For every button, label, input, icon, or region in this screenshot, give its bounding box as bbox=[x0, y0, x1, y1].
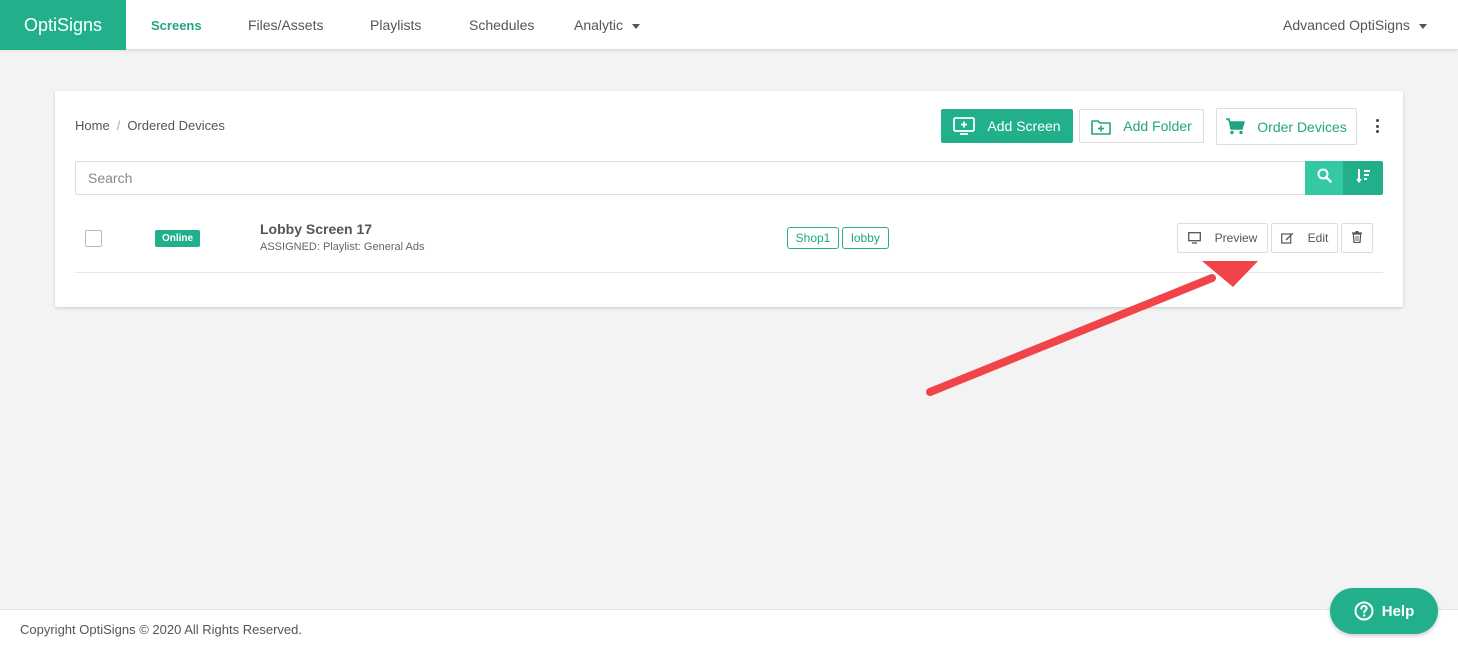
search-icon bbox=[1317, 168, 1332, 188]
device-checkbox[interactable] bbox=[85, 230, 102, 247]
monitor-icon bbox=[1187, 232, 1201, 244]
breadcrumb-current: Ordered Devices bbox=[127, 118, 225, 133]
add-screen-button[interactable]: Add Screen bbox=[941, 109, 1073, 143]
device-row[interactable]: Online Lobby Screen 17 ASSIGNED: Playlis… bbox=[75, 203, 1383, 273]
device-assigned-playlist: ASSIGNED: Playlist: General Ads bbox=[260, 241, 425, 253]
more-options-icon[interactable] bbox=[1374, 119, 1380, 133]
top-navbar: OptiSigns Screens Files/Assets Playlists… bbox=[0, 0, 1458, 50]
search-input[interactable] bbox=[75, 161, 1306, 195]
sort-icon bbox=[1355, 168, 1371, 189]
order-devices-button[interactable]: Order Devices bbox=[1216, 108, 1357, 145]
brand-name: OptiSigns bbox=[23, 14, 103, 35]
folder-plus-icon bbox=[1091, 118, 1112, 135]
brand-logo[interactable]: OptiSigns bbox=[0, 0, 126, 50]
account-name: Advanced OptiSigns bbox=[1283, 17, 1410, 33]
nav-analytic-label: Analytic bbox=[574, 17, 624, 33]
delete-button[interactable] bbox=[1341, 223, 1373, 253]
nav-screens-label: Screens bbox=[151, 17, 202, 33]
edit-label: Edit bbox=[1307, 231, 1329, 245]
breadcrumb-home[interactable]: Home bbox=[75, 118, 110, 133]
breadcrumb: Home / Ordered Devices bbox=[75, 118, 225, 133]
status-badge: Online bbox=[155, 230, 200, 247]
trash-icon bbox=[1352, 230, 1362, 246]
copyright-text: Copyright OptiSigns © 2020 All Rights Re… bbox=[20, 622, 302, 637]
add-folder-label: Add Folder bbox=[1123, 118, 1192, 134]
nav-schedules[interactable]: Schedules bbox=[469, 0, 534, 50]
caret-down-icon bbox=[632, 23, 641, 29]
edit-icon bbox=[1280, 232, 1294, 244]
nav-playlists[interactable]: Playlists bbox=[370, 0, 421, 50]
nav-files-assets[interactable]: Files/Assets bbox=[248, 0, 323, 50]
sort-button[interactable] bbox=[1343, 161, 1383, 195]
nav-screens[interactable]: Screens bbox=[151, 0, 202, 50]
device-name[interactable]: Lobby Screen 17 bbox=[260, 221, 372, 237]
question-circle-icon bbox=[1354, 601, 1374, 621]
devices-card: Home / Ordered Devices Add Screen Add Fo… bbox=[55, 91, 1403, 307]
monitor-plus-icon bbox=[953, 117, 976, 135]
search-button[interactable] bbox=[1305, 161, 1343, 195]
preview-label: Preview bbox=[1214, 231, 1258, 245]
order-devices-label: Order Devices bbox=[1257, 118, 1347, 135]
help-label: Help bbox=[1381, 602, 1415, 620]
footer: Copyright OptiSigns © 2020 All Rights Re… bbox=[0, 609, 1458, 648]
cart-icon bbox=[1226, 118, 1246, 135]
nav-analytic-dropdown[interactable]: Analytic bbox=[574, 0, 641, 50]
device-tag[interactable]: Shop1 bbox=[787, 227, 839, 249]
nav-playlists-label: Playlists bbox=[370, 17, 422, 33]
nav-schedules-label: Schedules bbox=[469, 17, 535, 33]
nav-files-label: Files/Assets bbox=[248, 17, 324, 33]
caret-down-icon bbox=[1418, 23, 1427, 29]
add-folder-button[interactable]: Add Folder bbox=[1079, 109, 1204, 143]
preview-button[interactable]: Preview bbox=[1177, 223, 1268, 253]
edit-button[interactable]: Edit bbox=[1271, 223, 1338, 253]
help-button[interactable]: Help bbox=[1330, 588, 1438, 634]
add-screen-label: Add Screen bbox=[987, 118, 1061, 134]
account-dropdown[interactable]: Advanced OptiSigns bbox=[1283, 0, 1427, 50]
breadcrumb-separator: / bbox=[116, 118, 121, 133]
device-tag[interactable]: lobby bbox=[842, 227, 889, 249]
